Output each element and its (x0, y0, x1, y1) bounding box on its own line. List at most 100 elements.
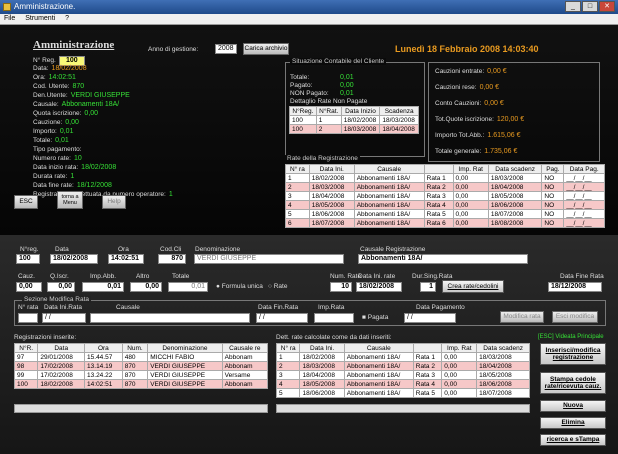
crea-rate-button[interactable]: Crea rate/cedolini (442, 280, 504, 293)
column-header[interactable]: Num. (121, 343, 149, 353)
table-row[interactable]: 4 18/05/2008 Abbonamenti 18A/Rata 4 0,00 18/… (275, 379, 530, 389)
reg-hscrollbar[interactable] (14, 404, 268, 413)
table-row[interactable]: 2 18/03/2008 Abbonamenti 18A/Rata 2 0,00 18/… (285, 182, 605, 192)
numrate-input[interactable]: 10 (330, 282, 352, 292)
esc-button[interactable]: ESC (14, 195, 38, 209)
table-row[interactable]: 100 1 18/02/2008 18/03/2008 (289, 115, 419, 125)
stampa-button[interactable]: Stampa cedole rate/ricevuta cauz. (540, 372, 606, 394)
menu-strumenti[interactable]: Strumenti (25, 15, 55, 22)
dett-hscrollbar[interactable] (276, 404, 530, 413)
modifica-rata-button[interactable]: Modifica rata (500, 311, 544, 323)
nuova-button[interactable]: Nuova (540, 400, 606, 412)
table-row[interactable]: 5 18/06/2008 Abbonamenti 18A/Rata 5 0,00 18/… (275, 388, 530, 398)
carica-archivio-button[interactable]: Carica archivio (243, 43, 289, 55)
maximize-button[interactable]: □ (582, 1, 598, 12)
nrata-input[interactable] (18, 313, 38, 323)
table-cell: 18/07/2008 (308, 218, 355, 228)
cauzioni-row: Cauzioni entrate: 0,00 € (429, 63, 599, 79)
dett-rate-table[interactable]: N° ra Data Ini. Causale Imp. Rat Data scaden… (275, 343, 530, 398)
table-row[interactable]: 99 17/02/2008 13.24.22 870 VERDI GIUSEPPE Ver… (13, 370, 269, 380)
datafin-input[interactable]: / / (256, 313, 308, 323)
column-header[interactable]: N°R. (13, 343, 39, 353)
anno-input[interactable]: 2008 (215, 44, 237, 54)
causreg-input[interactable]: Abbonamenti 18A/ (358, 254, 528, 264)
qiscr-input[interactable]: 0,00 (47, 282, 75, 292)
column-header[interactable]: Data Ini. (308, 164, 355, 174)
impabb-input[interactable]: 0,01 (82, 282, 124, 292)
column-header[interactable]: Denominazione (147, 343, 223, 353)
column-header[interactable]: N°Rat. (315, 106, 342, 116)
cauzioni-label: Cauzioni entrate: (435, 68, 485, 75)
totale-input[interactable]: 0,01 (168, 282, 208, 292)
table-cell: 18/04/2008 (379, 124, 419, 134)
dursing-input[interactable]: 1 (420, 282, 436, 292)
info-value: 18/02/2008 (51, 65, 87, 72)
cauz-input[interactable]: 0,00 (16, 282, 42, 292)
column-header[interactable]: N° ra (285, 164, 310, 174)
datainirat-input[interactable]: 18/02/2008 (356, 282, 402, 292)
table-row[interactable]: 5 18/06/2008 Abbonamenti 18A/Rata 5 0,00 18/… (285, 209, 605, 219)
rate-reg-table[interactable]: N° ra Data Ini. Causale Imp. Rat Data scaden… (285, 164, 605, 228)
datafine-input[interactable]: 18/12/2008 (548, 282, 602, 292)
column-header[interactable]: Pag. (541, 164, 565, 174)
imprata-input[interactable] (314, 313, 354, 323)
column-header[interactable]: N°Reg. (289, 106, 317, 116)
column-header[interactable]: Data Ini. (299, 343, 345, 353)
close-button[interactable]: ✕ (599, 1, 615, 12)
table-row[interactable]: 1 18/02/2008 Abbonamenti 18A/Rata 1 0,00 18/… (275, 352, 530, 362)
table-cell: NO (541, 200, 565, 210)
table-cell: 0,00 (452, 200, 489, 210)
table-row[interactable]: 6 18/07/2008 Abbonamenti 18A/Rata 6 0,00 18/… (285, 218, 605, 228)
table-row[interactable]: 98 17/02/2008 13.14.19 870 VERDI GIUSEPPE Abb… (13, 361, 269, 371)
info-row: Den.Utente: VERDI GIUSEPPE (33, 92, 158, 101)
column-header[interactable]: Data scadenz (476, 343, 530, 353)
column-header[interactable]: Causale re (221, 343, 269, 353)
causale-mod-input[interactable] (90, 313, 250, 323)
codcli-input[interactable]: 870 (158, 254, 186, 264)
situazione-table[interactable]: N°Reg. N°Rat. Data Inizio Scadenza 100 1 18/02… (289, 106, 419, 134)
table-row[interactable]: 1 18/02/2008 Abbonamenti 18A/Rata 1 0,00 18/… (285, 173, 605, 183)
column-header[interactable]: Data Inizio (340, 106, 381, 116)
reg-inserite-table[interactable]: N°R. Data Ora Num. Denominazione Causale re 97… (13, 343, 269, 389)
minimize-button[interactable]: _ (565, 1, 581, 12)
table-row[interactable]: 2 18/03/2008 Abbonamenti 18A/Rata 2 0,00 18/… (275, 361, 530, 371)
esci-modifica-button[interactable]: Esci modifica (552, 311, 598, 323)
column-header[interactable]: Data (37, 343, 86, 353)
column-header[interactable]: Causale (353, 164, 425, 174)
datapag-input[interactable]: / / (404, 313, 456, 323)
data-input[interactable]: 18/02/2008 (50, 254, 98, 264)
ora-input[interactable]: 14:02:51 (108, 254, 144, 264)
column-header[interactable] (412, 343, 443, 353)
elimina-button[interactable]: Elimina (540, 417, 606, 429)
table-cell: 99 (13, 370, 39, 380)
altro-input[interactable]: 0,00 (130, 282, 162, 292)
menu-help[interactable]: ? (65, 15, 69, 22)
column-header[interactable]: Data scadenz (487, 164, 543, 174)
help-button[interactable]: Help (102, 195, 126, 209)
ricerca-button[interactable]: ricerca e sTampa (540, 434, 606, 446)
rate-radio[interactable]: ○ Rate (268, 283, 287, 290)
table-row[interactable]: 100 18/02/2008 14:02:51 870 VERDI GIUSEPPE Ab… (13, 379, 269, 389)
column-header[interactable]: Imp. Rat (441, 343, 478, 353)
column-header[interactable]: Imp. Rat (452, 164, 489, 174)
table-row[interactable]: 3 18/04/2008 Abbonamenti 18A/Rata 3 0,00 18/… (275, 370, 530, 380)
column-header[interactable]: Causale (343, 343, 414, 353)
column-header[interactable]: N° ra (275, 343, 301, 353)
nreg-input[interactable]: 100 (16, 254, 40, 264)
torna-menu-button[interactable]: torna a Menu (57, 191, 83, 209)
column-header[interactable]: Ora (84, 343, 123, 353)
menu-file[interactable]: File (4, 15, 15, 22)
table-row[interactable]: 100 2 18/03/2008 18/04/2008 (289, 124, 419, 134)
pagata-checkbox[interactable]: ■ Pagata (362, 314, 388, 321)
inserisci-button[interactable]: Inserisci/modifica registrazione (540, 343, 606, 365)
table-row[interactable]: 4 18/05/2008 Abbonamenti 18A/Rata 4 0,00 18/… (285, 200, 605, 210)
table-row[interactable]: 97 29/01/2008 15.44.57 480 MICCHI FABIO Abbon… (13, 352, 269, 362)
table-cell: Rata 5 (423, 209, 454, 219)
column-header[interactable]: Data Pag. (563, 164, 605, 174)
table-row[interactable]: 3 18/04/2008 Abbonamenti 18A/Rata 3 0,00 18/… (285, 191, 605, 201)
den-input[interactable]: VERDI GIUSEPPE (194, 254, 344, 264)
column-header[interactable] (423, 164, 454, 174)
datainirata-input[interactable]: / / (42, 313, 86, 323)
formula-radio[interactable]: ● Formula unica (216, 283, 263, 290)
column-header[interactable]: Scadenza (379, 106, 419, 116)
